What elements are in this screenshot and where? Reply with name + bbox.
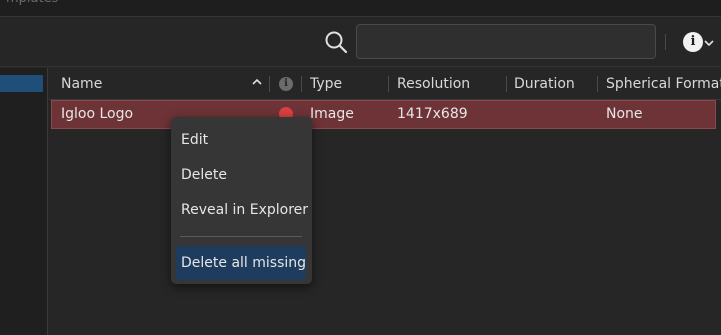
menu-item-delete-all-missing[interactable]: Delete all missing xyxy=(181,252,306,274)
status-column-info-icon[interactable]: i xyxy=(279,77,293,91)
window-title-strip: mplates xyxy=(0,0,721,17)
column-separator xyxy=(388,76,389,92)
chevron-down-icon[interactable] xyxy=(704,38,714,48)
window-title: mplates xyxy=(6,0,58,6)
menu-item-reveal-in-explorer[interactable]: Reveal in Explorer xyxy=(181,200,308,220)
info-icon[interactable]: i xyxy=(683,32,703,52)
column-header-resolution[interactable]: Resolution xyxy=(397,68,502,100)
menu-item-edit[interactable]: Edit xyxy=(181,130,208,150)
toolbar-divider xyxy=(665,34,666,50)
table-header: Name Type Resolution Duration Spherical … xyxy=(49,68,721,100)
column-separator xyxy=(506,76,507,92)
sort-ascending-icon[interactable] xyxy=(251,77,263,87)
column-separator xyxy=(301,76,302,92)
table-row[interactable]: Igloo Logo Image 1417x689 None xyxy=(51,100,716,129)
column-header-spherical-format[interactable]: Spherical Format xyxy=(606,68,721,100)
search-icon[interactable] xyxy=(323,29,349,55)
column-header-type[interactable]: Type xyxy=(310,68,385,100)
side-panel-selected-item[interactable] xyxy=(0,75,43,92)
menu-divider xyxy=(180,236,302,237)
cell-type: Image xyxy=(310,106,354,122)
column-separator xyxy=(597,76,598,92)
cell-name: Igloo Logo xyxy=(61,106,134,122)
column-separator xyxy=(269,76,270,92)
side-panel xyxy=(0,68,48,335)
menu-item-delete[interactable]: Delete xyxy=(181,165,227,185)
cell-spherical-format: None xyxy=(606,106,643,122)
column-header-name[interactable]: Name xyxy=(61,68,251,100)
search-input[interactable] xyxy=(356,24,656,59)
cell-resolution: 1417x689 xyxy=(397,106,468,122)
column-header-duration[interactable]: Duration xyxy=(514,68,594,100)
